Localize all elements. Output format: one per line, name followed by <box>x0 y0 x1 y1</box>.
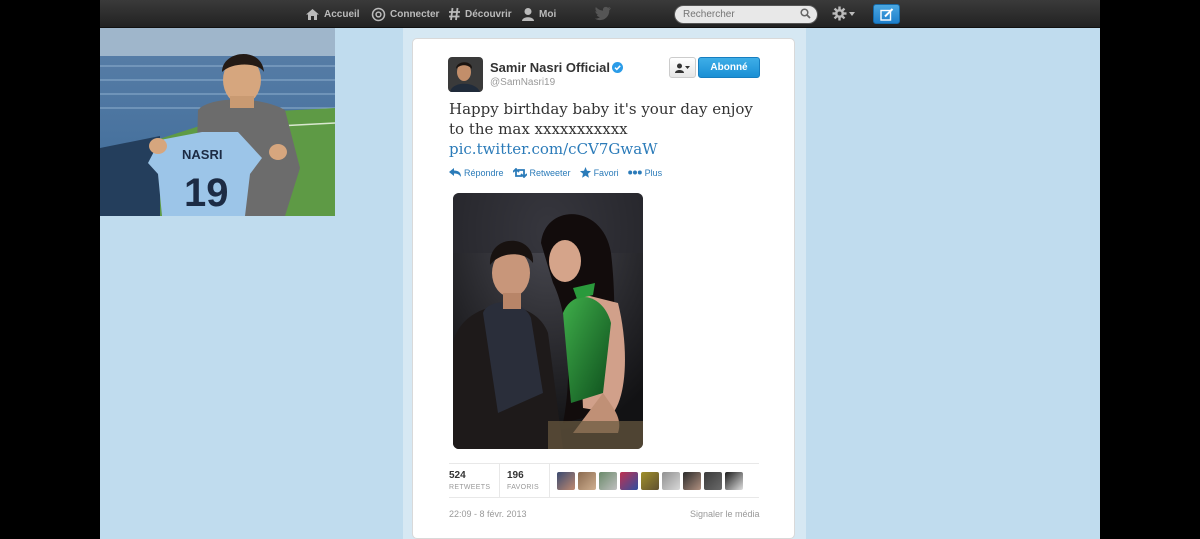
favoriter-avatar[interactable] <box>599 472 617 490</box>
favoriter-avatar[interactable] <box>704 472 722 490</box>
nav-connect-label: Connecter <box>390 8 440 20</box>
at-icon <box>371 7 386 21</box>
compose-tweet-button[interactable] <box>873 4 900 24</box>
favoriters-avatars <box>557 472 743 490</box>
tweet-actions: Répondre Retweeter Favori Plus <box>449 167 662 178</box>
jersey-number: 19 <box>184 171 229 215</box>
tweet-media-link[interactable]: pic.twitter.com/cCV7GwaW <box>449 140 658 158</box>
retweet-count[interactable]: 524 RETWEETS <box>449 470 490 491</box>
nav-me[interactable]: Moi <box>521 0 556 28</box>
reply-button[interactable]: Répondre <box>449 167 504 178</box>
tweet-card: Samir Nasri Official @SamNasri19 Abonné … <box>412 38 795 539</box>
nav-me-label: Moi <box>539 8 557 20</box>
divider <box>499 464 500 497</box>
user-icon <box>522 7 534 21</box>
favorite-count-label: FAVORIS <box>507 484 539 491</box>
gear-icon <box>832 6 847 21</box>
nav-discover[interactable]: Découvrir <box>448 0 512 28</box>
user-actions-dropdown[interactable] <box>669 57 696 78</box>
favoriter-avatar[interactable] <box>662 472 680 490</box>
retweet-count-label: RETWEETS <box>449 484 491 491</box>
search-icon[interactable] <box>800 8 811 19</box>
twitter-bird-icon[interactable] <box>594 6 612 21</box>
avatar[interactable] <box>448 57 483 92</box>
twitter-page: Accueil Connecter Découvrir Moi Recherch… <box>100 0 1100 539</box>
star-icon <box>579 167 591 178</box>
reply-label: Répondre <box>464 167 504 178</box>
home-icon <box>306 8 319 20</box>
retweet-icon <box>512 167 527 178</box>
report-media-link[interactable]: Signaler le média <box>690 509 760 519</box>
tweet-body: Happy birthday baby it's your day enjoy … <box>449 99 769 159</box>
favoriter-avatar[interactable] <box>641 472 659 490</box>
tweet-text: Happy birthday baby it's your day enjoy … <box>449 100 753 138</box>
settings-menu[interactable] <box>832 6 855 21</box>
nav-discover-label: Découvrir <box>465 8 512 20</box>
jersey-name: NASRI <box>182 147 222 162</box>
hashtag-icon <box>449 7 460 21</box>
retweet-count-value: 524 <box>449 470 466 481</box>
compose-icon <box>879 7 893 21</box>
profile-header-photo: NASRI 19 <box>100 28 335 216</box>
retweet-button[interactable]: Retweeter <box>512 167 571 178</box>
retweet-label: Retweeter <box>529 167 571 178</box>
more-label: Plus <box>644 167 663 178</box>
divider <box>549 464 550 497</box>
following-button[interactable]: Abonné <box>698 57 760 78</box>
top-navigation-bar: Accueil Connecter Découvrir Moi <box>100 0 1100 28</box>
favoriter-avatar[interactable] <box>557 472 575 490</box>
tweet-photo[interactable] <box>453 193 643 449</box>
favoriter-avatar[interactable] <box>620 472 638 490</box>
user-handle[interactable]: @SamNasri19 <box>490 77 555 88</box>
stadium-photo: NASRI 19 <box>100 28 335 216</box>
user-icon <box>675 63 684 73</box>
favorite-count-value: 196 <box>507 470 524 481</box>
tweet-stats: 524 RETWEETS 196 FAVORIS <box>449 463 759 498</box>
chevron-down-icon <box>685 66 690 69</box>
favorite-button[interactable]: Favori <box>579 167 619 178</box>
display-name[interactable]: Samir Nasri Official <box>490 60 610 75</box>
tweet-timestamp[interactable]: 22:09 - 8 févr. 2013 <box>449 509 527 519</box>
nav-home-label: Accueil <box>324 8 360 20</box>
chevron-down-icon <box>849 11 855 16</box>
search-input[interactable] <box>674 5 818 24</box>
favoriter-avatar[interactable] <box>683 472 701 490</box>
favoriter-avatar[interactable] <box>725 472 743 490</box>
favoriter-avatar[interactable] <box>578 472 596 490</box>
verified-badge-icon <box>612 62 623 73</box>
more-icon <box>627 170 642 175</box>
nav-connect[interactable]: Connecter <box>371 0 439 28</box>
nav-home[interactable]: Accueil <box>305 0 360 28</box>
reply-icon <box>449 168 461 177</box>
favorite-label: Favori <box>593 167 619 178</box>
favorite-count[interactable]: 196 FAVORIS <box>507 470 539 491</box>
more-button[interactable]: Plus <box>627 167 663 178</box>
